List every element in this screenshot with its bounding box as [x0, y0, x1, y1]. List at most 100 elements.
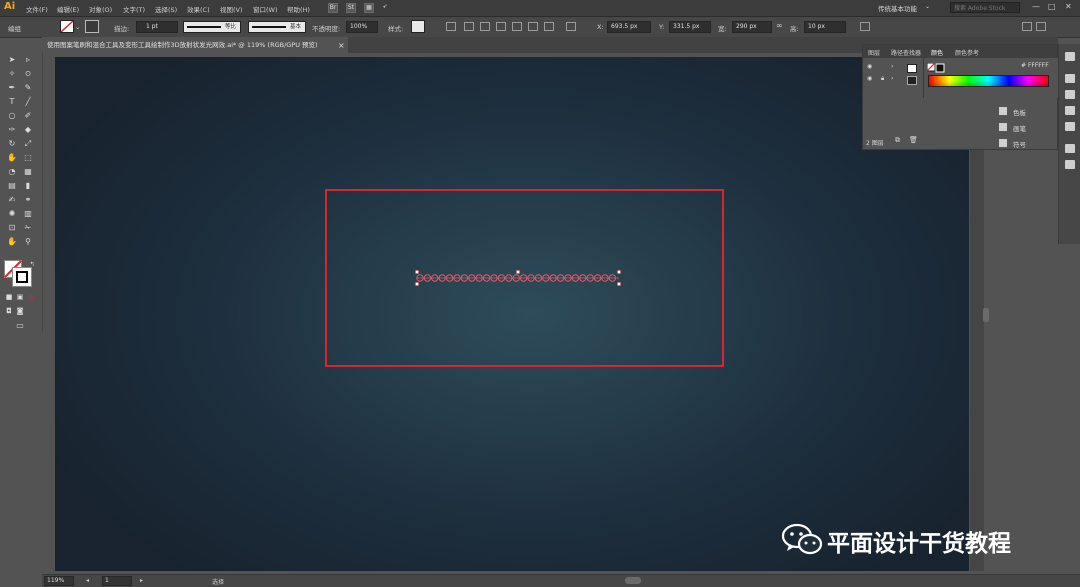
blend-tool-icon[interactable]: ⚭ — [22, 194, 34, 205]
close-window-button[interactable]: ✕ — [1065, 2, 1072, 11]
bridge-icon[interactable]: Br — [328, 3, 338, 13]
align-top-icon[interactable] — [512, 22, 522, 31]
perspective-grid-tool-icon[interactable]: ▦ — [22, 166, 34, 177]
eyedropper-tool-icon[interactable]: ✍ — [6, 194, 18, 205]
tab-color-guide[interactable]: 颜色参考 — [955, 48, 979, 57]
menu-type[interactable]: 文字(T) — [123, 4, 145, 14]
draw-behind-icon[interactable]: ◙ — [14, 306, 26, 317]
maximize-button[interactable]: □ — [1048, 2, 1056, 11]
paintbrush-tool-icon[interactable]: ✐ — [22, 110, 34, 121]
gpu-rocket-icon[interactable]: ➶ — [380, 3, 390, 13]
shape-builder-tool-icon[interactable]: ◔ — [6, 166, 18, 177]
link-proportions-icon[interactable]: ∞ — [776, 21, 783, 30]
selection-tool-icon[interactable]: ➤ — [6, 54, 18, 65]
panel-menu-icon[interactable] — [1022, 22, 1032, 31]
gradient-tool-icon[interactable]: ▮ — [22, 180, 34, 191]
align-right-icon[interactable] — [496, 22, 506, 31]
width-tool-icon[interactable]: ✋ — [6, 152, 18, 163]
cc-libraries-icon[interactable] — [1065, 52, 1075, 61]
selection-handle[interactable] — [516, 270, 520, 274]
menu-file[interactable]: 文件(F) — [26, 4, 48, 14]
menu-view[interactable]: 视图(V) — [220, 4, 243, 14]
adobe-stock-search[interactable]: 搜索 Adobe Stock — [950, 2, 1020, 13]
graphic-styles-panel-icon[interactable] — [1065, 160, 1075, 169]
width-field[interactable]: 290 px — [732, 21, 772, 33]
hand-tool-icon[interactable]: ✋ — [6, 236, 18, 247]
eraser-tool-icon[interactable]: ◆ — [22, 124, 34, 135]
line-tool-icon[interactable]: ╱ — [22, 96, 34, 107]
chevron-right-icon[interactable]: › — [891, 63, 893, 70]
fill-stroke-color-icon[interactable] — [927, 63, 945, 73]
symbol-sprayer-tool-icon[interactable]: ✺ — [6, 208, 18, 219]
reference-point-icon[interactable] — [860, 22, 870, 31]
rotate-tool-icon[interactable]: ↻ — [6, 138, 18, 149]
ellipse-tool-icon[interactable]: ○ — [6, 110, 18, 121]
selection-handle[interactable] — [415, 270, 419, 274]
opacity-field[interactable]: 100% — [346, 21, 378, 33]
canvas[interactable] — [55, 57, 969, 571]
menu-window[interactable]: 窗口(W) — [253, 4, 278, 14]
curvature-tool-icon[interactable]: ✎ — [22, 82, 34, 93]
new-layer-icon[interactable]: ⧉ — [895, 136, 900, 145]
tool-status[interactable]: 选择 — [212, 577, 224, 586]
next-artboard-icon[interactable]: ▸ — [140, 577, 143, 584]
tab-color[interactable]: 颜色 — [931, 48, 943, 57]
chevron-right-icon[interactable]: › — [891, 75, 893, 82]
slice-tool-icon[interactable]: ✁ — [22, 222, 34, 233]
align-left-icon[interactable] — [464, 22, 474, 31]
hex-color-value[interactable]: # FFFFFF — [1021, 62, 1049, 69]
arrange-documents-icon[interactable]: ▦ — [364, 3, 374, 13]
align-center-icon[interactable] — [480, 22, 490, 31]
menu-edit[interactable]: 编辑(E) — [57, 4, 79, 14]
vertical-scroll-thumb[interactable] — [983, 308, 989, 322]
brushes-label[interactable]: 画笔 — [1013, 123, 1026, 133]
appearance-panel-icon[interactable] — [1065, 144, 1075, 153]
horizontal-scroll-thumb[interactable] — [625, 577, 641, 584]
stroke-panel-icon[interactable] — [1065, 90, 1075, 99]
eye-icon[interactable]: ◉ — [867, 75, 872, 82]
magic-wand-tool-icon[interactable]: ✧ — [6, 68, 18, 79]
direct-selection-tool-icon[interactable]: ▹ — [22, 54, 34, 65]
chevron-down-icon[interactable]: ⌄ — [75, 23, 80, 31]
properties-icon[interactable] — [1065, 74, 1075, 83]
artboard-number-field[interactable]: 1 — [102, 576, 132, 586]
options-icon[interactable] — [1036, 22, 1046, 31]
transform-icon[interactable] — [566, 22, 576, 31]
recolor-artwork-icon[interactable] — [446, 22, 456, 31]
x-field[interactable]: 693.5 px — [607, 21, 651, 33]
height-field[interactable]: 10 px — [804, 21, 846, 33]
align-middle-icon[interactable] — [528, 22, 538, 31]
delete-layer-icon[interactable]: 🗑︎ — [909, 136, 918, 144]
mesh-tool-icon[interactable]: ▤ — [6, 180, 18, 191]
minimize-button[interactable]: — — [1032, 2, 1040, 11]
zoom-field[interactable]: 119% — [44, 576, 74, 586]
swatches-icon[interactable] — [999, 107, 1007, 115]
menu-select[interactable]: 选择(S) — [155, 4, 177, 14]
selection-handle[interactable] — [617, 282, 621, 286]
symbols-label[interactable]: 符号 — [1013, 139, 1026, 149]
column-graph-tool-icon[interactable]: ▥ — [22, 208, 34, 219]
close-tab-icon[interactable]: × — [338, 41, 345, 50]
eye-icon[interactable]: ◉ — [867, 63, 872, 70]
layer-row[interactable]: ◉ › — [865, 63, 923, 74]
fill-color-swatch[interactable] — [60, 20, 74, 33]
free-transform-tool-icon[interactable]: ⬚ — [22, 152, 34, 163]
menu-effect[interactable]: 效果(C) — [187, 4, 210, 14]
selection-handle[interactable] — [415, 282, 419, 286]
pen-tool-icon[interactable]: ✒ — [6, 82, 18, 93]
scale-tool-icon[interactable]: ⤢ — [22, 138, 34, 149]
prev-artboard-icon[interactable]: ◂ — [86, 577, 89, 584]
menu-help[interactable]: 帮助(H) — [287, 4, 310, 14]
graphic-style-swatch[interactable] — [411, 20, 425, 33]
layer-row[interactable]: ◉ 🔒︎ › — [865, 75, 923, 86]
stock-icon[interactable]: St — [346, 3, 356, 13]
document-tab[interactable]: 使用图案笔刷和混合工具及变形工具绘制作3D放射状发光网效.ai* @ 119% … — [42, 37, 348, 53]
y-field[interactable]: 331.5 px — [669, 21, 711, 33]
stroke-color-swatch[interactable] — [85, 20, 99, 33]
selection-handle[interactable] — [617, 270, 621, 274]
type-tool-icon[interactable]: T — [6, 96, 18, 107]
shaper-tool-icon[interactable]: ✑ — [6, 124, 18, 135]
stroke-weight-field[interactable]: 1 pt — [136, 21, 178, 33]
color-spectrum[interactable] — [928, 75, 1049, 87]
transparency-panel-icon[interactable] — [1065, 122, 1075, 131]
